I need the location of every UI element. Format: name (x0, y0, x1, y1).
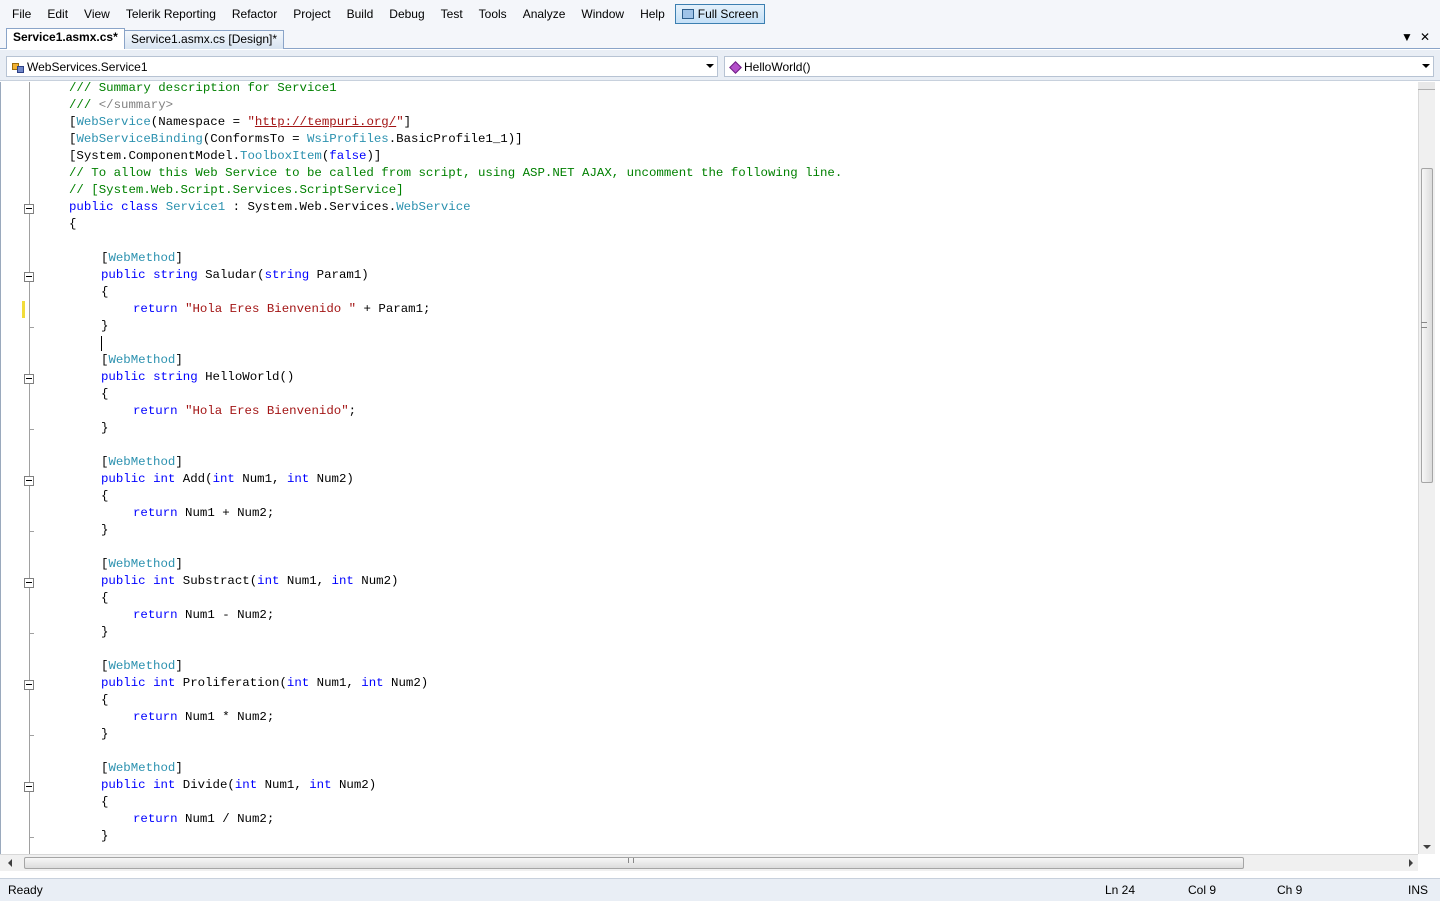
code-line: { (101, 591, 109, 605)
status-bar: Ready Ln 24 Col 9 Ch 9 INS (0, 878, 1440, 901)
menu-help[interactable]: Help (632, 4, 673, 24)
code-line: [WebMethod] (101, 455, 183, 469)
scroll-down-icon[interactable] (1423, 845, 1431, 849)
chevron-down-icon (1422, 64, 1430, 68)
full-screen-label: Full Screen (697, 6, 759, 21)
menu-debug[interactable]: Debug (381, 4, 432, 24)
code-line: return "Hola Eres Bienvenido"; (133, 404, 357, 418)
code-line: { (101, 489, 109, 503)
code-line: return Num1 * Num2; (133, 710, 275, 724)
menu-analyze[interactable]: Analyze (515, 4, 574, 24)
code-line: } (101, 829, 109, 843)
tab-service1-asmx-cs-design[interactable]: Service1.asmx.cs [Design]* (124, 30, 285, 49)
code-line: public class Service1 : System.Web.Servi… (69, 200, 471, 214)
code-line: [WebMethod] (101, 761, 183, 775)
grip-icon (628, 858, 634, 863)
scroll-right-icon[interactable] (1409, 859, 1413, 867)
namespace-url-link[interactable]: http://tempuri.org/ (255, 115, 396, 129)
scroll-left-icon[interactable] (8, 859, 12, 867)
full-screen-button[interactable]: Full Screen (674, 3, 766, 24)
code-line: return "Hola Eres Bienvenido " + Param1; (133, 302, 431, 316)
code-line: { (101, 285, 109, 299)
code-line: /// Summary description for Service1 (69, 81, 337, 95)
status-insert-mode: INS (1408, 883, 1429, 897)
code-line: [WebService(Namespace = "http://tempuri.… (69, 115, 412, 129)
close-document-icon[interactable]: ✕ (1418, 30, 1432, 44)
code-line: [System.ComponentModel.ToolboxItem(false… (69, 149, 382, 163)
code-line: public string Saludar(string Param1) (101, 268, 369, 282)
code-line: return Num1 - Num2; (133, 608, 275, 622)
code-line: return Num1 + Num2; (133, 506, 275, 520)
grip-icon (1421, 322, 1427, 328)
menu-test[interactable]: Test (433, 4, 471, 24)
code-line: public int Divide(int Num1, int Num2) (101, 778, 377, 792)
editor-split-handle[interactable] (1418, 82, 1435, 90)
navigation-bar: WebServices.Service1 HelloWorld() (0, 50, 1440, 81)
menu-window[interactable]: Window (573, 4, 632, 24)
code-line: public int Add(int Num1, int Num2) (101, 472, 354, 486)
member-dropdown-value: HelloWorld() (744, 59, 811, 74)
code-line: public string HelloWorld() (101, 370, 295, 384)
code-line: return Num1 / Num2; (133, 812, 275, 826)
menu-project[interactable]: Project (285, 4, 338, 24)
status-line: Ln 24 (1105, 883, 1136, 897)
vertical-scrollbar[interactable] (1418, 82, 1435, 854)
code-line: /// </summary> (69, 98, 174, 112)
menu-telerik-reporting[interactable]: Telerik Reporting (118, 4, 224, 24)
code-line: { (101, 795, 109, 809)
horizontal-scroll-thumb[interactable] (24, 857, 1244, 869)
code-line: { (101, 693, 109, 707)
menu-file[interactable]: File (4, 4, 39, 24)
code-line: { (69, 217, 77, 231)
document-tab-strip: Service1.asmx.cs* Service1.asmx.cs [Desi… (0, 27, 1440, 49)
code-line: [WebMethod] (101, 251, 183, 265)
code-line: // To allow this Web Service to be calle… (69, 166, 843, 180)
code-line: public int Substract(int Num1, int Num2) (101, 574, 399, 588)
code-line: } (101, 421, 109, 435)
chevron-down-icon (706, 64, 714, 68)
type-dropdown[interactable]: WebServices.Service1 (6, 56, 718, 77)
status-character: Ch 9 (1277, 883, 1303, 897)
code-text: /// Summary description for Service1 ///… (1, 81, 1419, 854)
code-line: } (101, 727, 109, 741)
code-line: [WebMethod] (101, 659, 183, 673)
code-line: [WebServiceBinding(ConformsTo = WsiProfi… (69, 132, 523, 146)
code-line: // [System.Web.Script.Services.ScriptSer… (69, 183, 404, 197)
code-line: [WebMethod] (101, 353, 183, 367)
code-line: public int Proliferation(int Num1, int N… (101, 676, 429, 690)
class-icon (11, 61, 24, 73)
menu-refactor[interactable]: Refactor (224, 4, 285, 24)
status-column: Col 9 (1188, 883, 1217, 897)
code-line: [WebMethod] (101, 557, 183, 571)
method-icon (729, 61, 741, 73)
menu-tools[interactable]: Tools (471, 4, 515, 24)
horizontal-scrollbar[interactable] (0, 854, 1418, 871)
code-line: { (101, 387, 109, 401)
menu-view[interactable]: View (76, 4, 118, 24)
code-editor[interactable]: /// Summary description for Service1 ///… (0, 81, 1440, 854)
menu-edit[interactable]: Edit (39, 4, 76, 24)
member-dropdown[interactable]: HelloWorld() (724, 56, 1434, 77)
tab-service1-asmx-cs[interactable]: Service1.asmx.cs* (6, 28, 125, 49)
code-line: } (101, 625, 109, 639)
menu-bar: File Edit View Telerik Reporting Refacto… (0, 0, 1440, 27)
code-line: } (101, 319, 109, 333)
status-message: Ready (8, 883, 43, 897)
code-line: } (101, 523, 109, 537)
tab-list-dropdown-icon[interactable]: ▼ (1400, 30, 1414, 44)
menu-build[interactable]: Build (339, 4, 382, 24)
full-screen-icon (681, 8, 694, 19)
type-dropdown-value: WebServices.Service1 (27, 59, 148, 74)
